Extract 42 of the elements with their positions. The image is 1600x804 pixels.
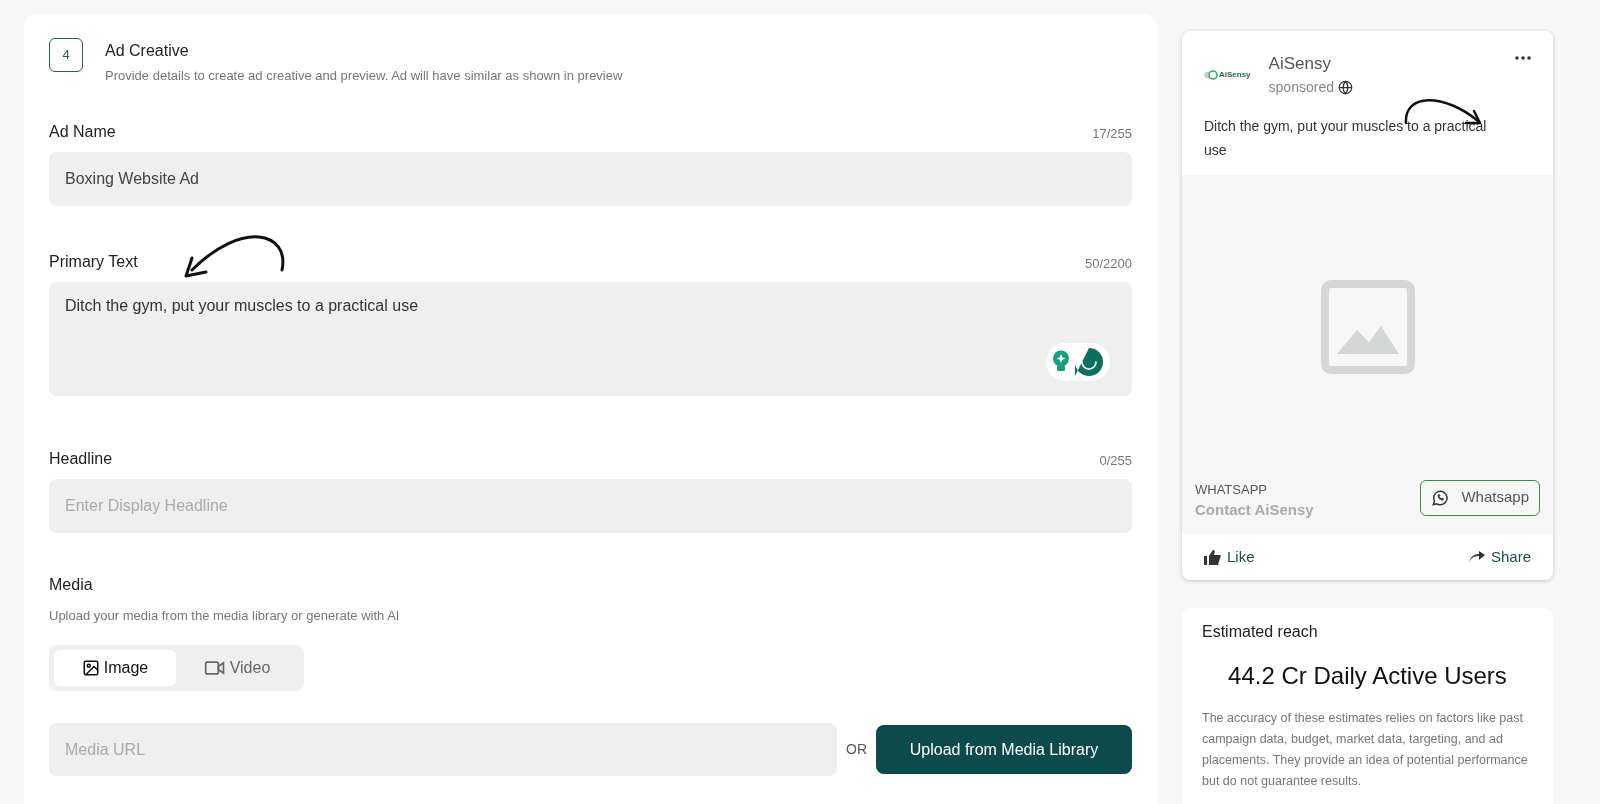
character-counter: 50/2200	[1085, 255, 1132, 273]
field-label: Media	[49, 574, 94, 595]
reach-title: Estimated reach	[1202, 622, 1319, 642]
text-area[interactable]: Ditch the gym, put your muscles to a practical use	[49, 281, 1132, 396]
upload-button[interactable]: Upload from Media Library	[876, 725, 1132, 774]
text-field[interactable]: Enter Display Headline	[49, 478, 1132, 533]
field-hint: Upload your media from the media library or generate with AI	[49, 606, 401, 625]
section-subtitle: Provide details to create ad creative and preview. Ad will have similar as shown in preview	[105, 67, 623, 85]
like-button[interactable]: Like	[1204, 545, 1255, 568]
image-icon	[81, 659, 100, 677]
character-counter: 0/255	[1099, 452, 1132, 470]
field-label: Ad Name	[49, 121, 116, 142]
more-options-icon[interactable]	[1515, 56, 1531, 60]
media-tab[interactable]: Image	[54, 650, 176, 686]
post-text: Ditch the gym, put your muscles to a practical use	[1203, 116, 1488, 160]
share-arrow-icon	[1468, 550, 1485, 563]
cta-type: WHATSAPP	[1195, 480, 1268, 499]
or-separator: OR	[846, 740, 867, 759]
image-placeholder-icon	[1320, 280, 1415, 374]
thumbs-up-icon	[1204, 548, 1221, 565]
whatsapp-button[interactable]: Whatsapp	[1420, 479, 1540, 516]
video-camera-icon	[203, 659, 226, 677]
whatsapp-icon	[1431, 488, 1450, 507]
section-title: Ad Creative	[105, 41, 190, 61]
reach-note: The accuracy of these estimates relies on factors like past campaign data, budget, market data, targeting, and ad placements. They provide an idea of potential performance but do not guarantee results.	[1202, 710, 1529, 790]
lightbulb-icon[interactable]	[1052, 349, 1070, 374]
cta-title: Contact AiSensy	[1195, 500, 1314, 520]
logo-text: AiSensy	[1219, 69, 1251, 81]
character-counter: 17/255	[1092, 125, 1132, 143]
media-url-field[interactable]: Media URL	[49, 723, 837, 776]
field-label: Primary Text	[49, 251, 138, 272]
step-number: 4	[49, 38, 83, 72]
share-button[interactable]: Share	[1468, 545, 1531, 568]
globe-icon	[1337, 79, 1353, 95]
logo-icon	[1204, 70, 1218, 80]
media-tab[interactable]: Video	[176, 650, 298, 686]
reach-value: 44.2 Cr Daily Active Users	[1227, 661, 1508, 691]
field-label: Headline	[49, 448, 113, 469]
chat-bubble-icon[interactable]	[1074, 346, 1104, 377]
brand-name: AiSensy	[1268, 53, 1332, 75]
text-field[interactable]: Boxing Website Ad	[49, 151, 1132, 206]
sponsored-label: sponsored	[1268, 77, 1334, 97]
